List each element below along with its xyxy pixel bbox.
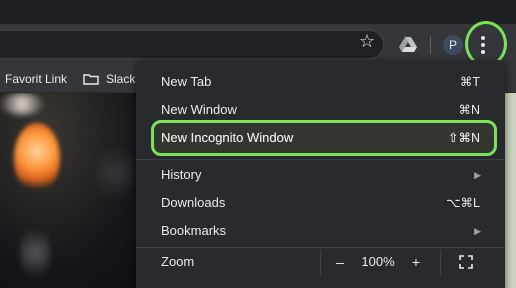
chrome-main-menu: New Tab ⌘T New Window ⌘N New Incognito W… [136, 60, 505, 288]
menu-item-shortcut: ⌘T [459, 75, 480, 89]
bokeh-light-orange [14, 123, 60, 193]
star-icon[interactable]: ☆ [357, 31, 377, 51]
address-bar[interactable] [0, 30, 384, 59]
more-menu-button[interactable] [469, 24, 501, 64]
menu-item-shortcut: ⇧⌘N [447, 131, 480, 145]
menu-item-shortcut: ⌥⌘L [446, 196, 480, 210]
zoom-divider [440, 250, 441, 276]
menu-item-history[interactable]: History ▶ [136, 161, 505, 189]
fullscreen-icon[interactable] [459, 255, 473, 269]
menu-item-label: Bookmarks [161, 223, 227, 238]
toolbar-divider [430, 36, 431, 54]
more-vertical-icon[interactable] [481, 36, 485, 54]
menu-separator [136, 159, 505, 160]
zoom-label: Zoom [161, 254, 195, 269]
avatar[interactable]: P [443, 35, 463, 55]
menu-item-zoom: Zoom – 100% + [136, 248, 505, 276]
google-drive-icon[interactable] [398, 36, 418, 54]
menu-item-bookmarks[interactable]: Bookmarks ▶ [136, 217, 505, 245]
bokeh-light-dim [95, 143, 135, 203]
page-edge [505, 93, 516, 288]
menu-item-label: New Incognito Window [161, 130, 294, 145]
tab-strip [0, 0, 516, 24]
zoom-level: 100% [361, 254, 395, 269]
menu-item-label: New Tab [161, 74, 212, 89]
menu-item-downloads[interactable]: Downloads ⌥⌘L [136, 189, 505, 217]
zoom-in-button[interactable]: + [410, 248, 422, 276]
bokeh-light-grey [20, 223, 50, 283]
browser-window: ☆ P Favorit Link Slack New Tab ⌘T New Wi… [0, 0, 516, 288]
submenu-arrow-icon: ▶ [474, 226, 481, 236]
submenu-arrow-icon: ▶ [474, 170, 481, 180]
bookmark-favorit-link[interactable]: Favorit Link [5, 71, 67, 88]
zoom-out-button[interactable]: – [334, 248, 346, 276]
bokeh-light [0, 93, 44, 115]
zoom-controls: – 100% + [320, 248, 505, 276]
folder-icon [83, 74, 99, 85]
menu-item-label: Downloads [161, 195, 226, 210]
menu-item-new-incognito-window-overlay[interactable]: New Incognito Window ⇧⌘N [136, 124, 505, 152]
menu-item-new-tab[interactable]: New Tab ⌘T [136, 68, 505, 96]
zoom-divider [320, 250, 321, 276]
bookmark-folder-slack[interactable]: Slack [106, 71, 135, 88]
menu-item-label: History [161, 167, 202, 182]
